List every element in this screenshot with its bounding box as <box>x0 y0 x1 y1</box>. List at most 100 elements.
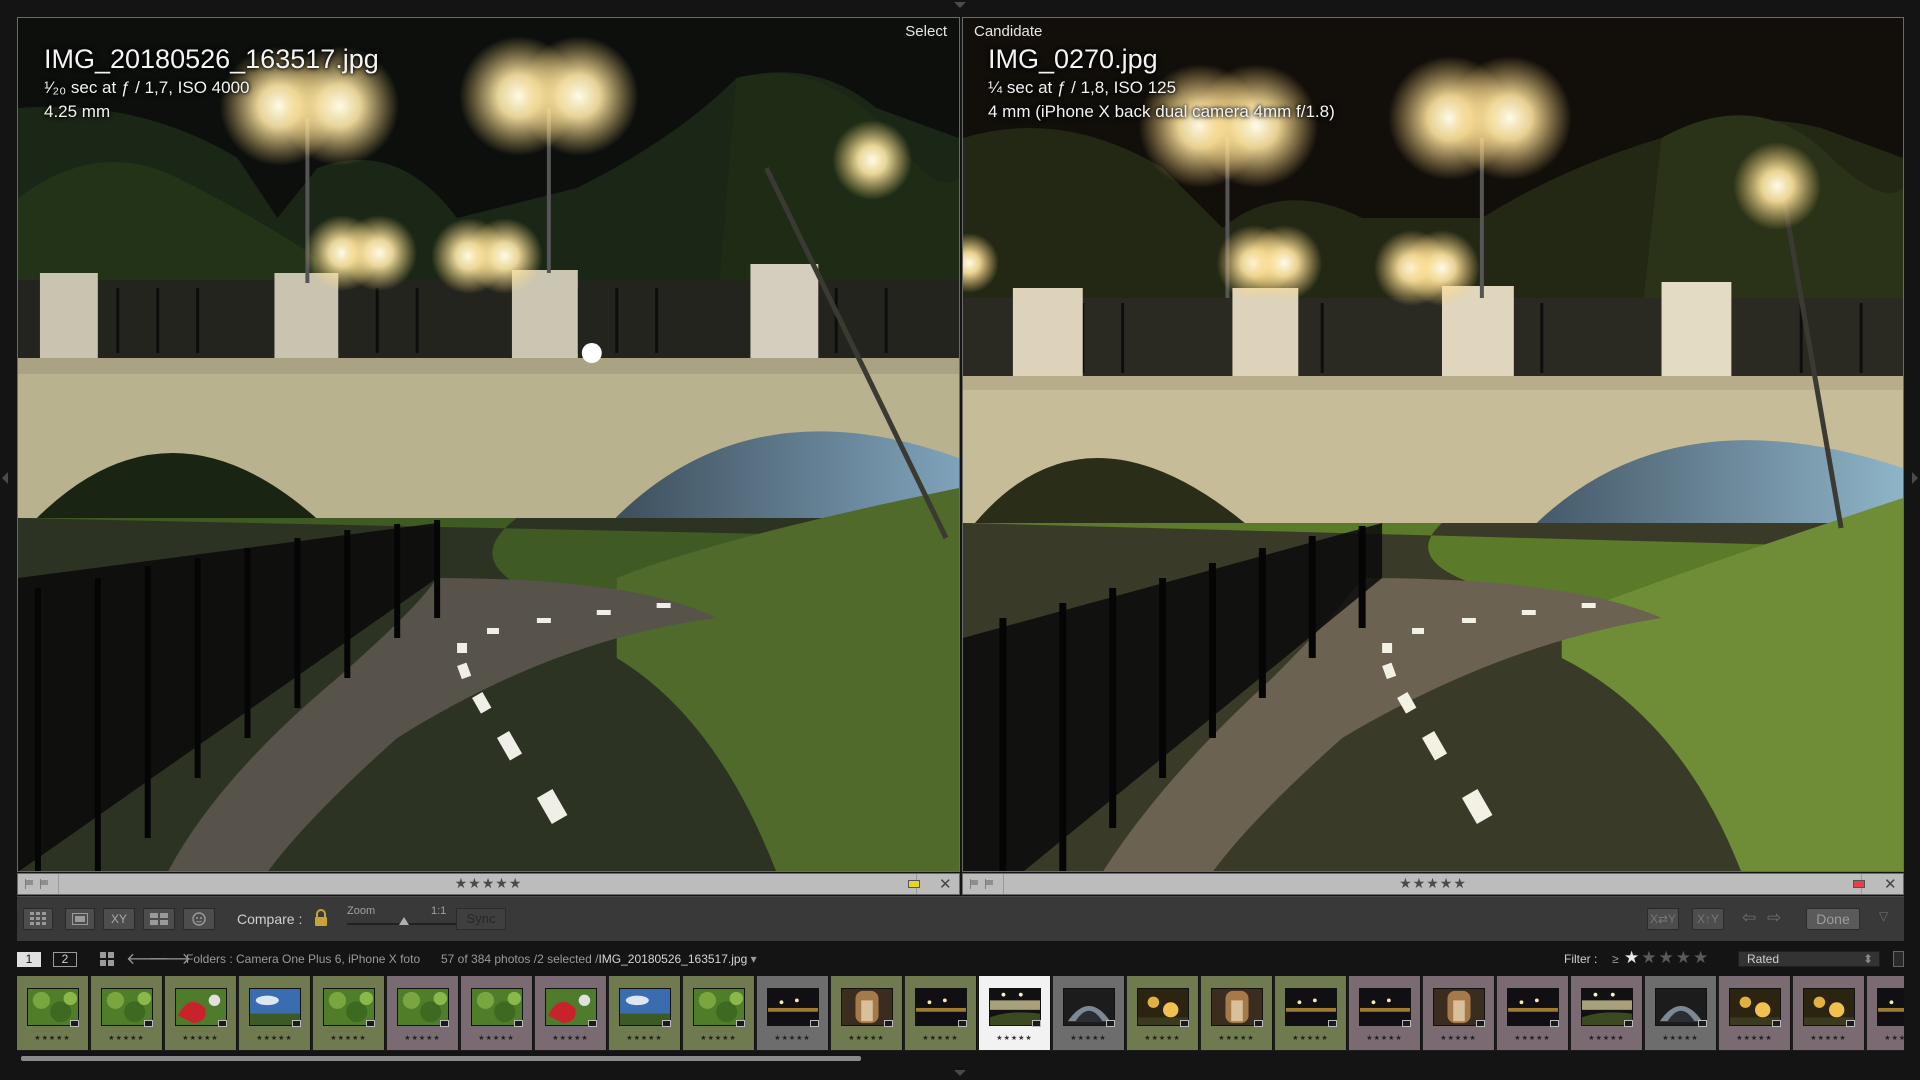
lightroom-compare-view: Select IMG_20180526_163517.jpg ¹⁄₂₀ sec … <box>0 0 1920 1080</box>
filmstrip-thumbnail[interactable]: ★★★★★ <box>17 976 89 1050</box>
filmstrip-thumbnail[interactable]: ★★★★★ <box>1645 976 1717 1050</box>
filter-rating-stars[interactable]: ★★★★★ <box>1624 948 1710 968</box>
filmstrip-thumbnail[interactable]: ★★★★★ <box>1719 976 1791 1050</box>
current-file-name: IMG_20180526_163517.jpg <box>598 952 748 966</box>
survey-view-button[interactable] <box>143 908 175 930</box>
secondary-window-button[interactable]: 2 <box>53 952 77 967</box>
photo-count[interactable]: 57 of 384 photos /2 selected /IMG_201805… <box>441 952 757 966</box>
filmstrip-thumbnail[interactable]: ★★★★★ <box>1349 976 1421 1050</box>
select-tag: Select <box>905 23 947 40</box>
zoom-slider-handle[interactable] <box>399 917 409 925</box>
filmstrip-scroll-thumb[interactable] <box>21 1056 861 1061</box>
filter-operator[interactable]: ≥ <box>1612 952 1619 966</box>
filmstrip-thumbnail[interactable]: ★★★★★ <box>1571 976 1643 1050</box>
swap-button[interactable]: X⇄Y <box>1647 908 1679 930</box>
select-pane[interactable]: Select IMG_20180526_163517.jpg ¹⁄₂₀ sec … <box>17 17 960 872</box>
compare-toolbar: XY Compare : Zoom 1:1 Sync X⇄Y X↑Y ⇦ ⇨ D… <box>17 896 1904 941</box>
filter-lock-icon[interactable] <box>1893 951 1904 967</box>
done-button[interactable]: Done <box>1806 908 1860 930</box>
filmstrip-thumbnail[interactable]: ★★★★★ <box>1793 976 1865 1050</box>
toolbar-options-chevron-icon[interactable]: ▽ <box>1879 909 1888 923</box>
folder-path[interactable]: Folders : Camera One Plus 6, iPhone X fo… <box>186 952 420 966</box>
left-panel-toggle-icon[interactable] <box>2 472 8 484</box>
filmstrip-thumbnail[interactable]: ★★★★★ <box>1867 976 1904 1050</box>
thumbnail-rating: ★★★★★ <box>848 1035 885 1042</box>
select-photo[interactable] <box>18 18 959 871</box>
filmstrip-thumbnail[interactable]: ★★★★★ <box>609 976 681 1050</box>
edited-badge-icon <box>588 1020 597 1027</box>
edited-badge-icon <box>292 1020 301 1027</box>
thumbnail-rating: ★★★★★ <box>34 1035 71 1042</box>
edited-badge-icon <box>144 1020 153 1027</box>
path-dropdown-icon[interactable]: ▾ <box>751 952 757 966</box>
candidate-rating-stars[interactable]: ★★★★★ <box>963 875 1903 892</box>
filmstrip-thumbnail[interactable]: ★★★★★ <box>387 976 459 1050</box>
select-close-icon[interactable]: ✕ <box>939 875 952 893</box>
edited-badge-icon <box>884 1020 893 1027</box>
filmstrip-thumbnail[interactable]: ★★★★★ <box>757 976 829 1050</box>
filmstrip-thumbnail[interactable]: ★★★★★ <box>831 976 903 1050</box>
primary-window-button[interactable]: 1 <box>17 952 41 967</box>
candidate-pane[interactable]: Candidate IMG_0270.jpg ¼ sec at ƒ / 1,8,… <box>962 17 1904 872</box>
thumbnail-rating: ★★★★★ <box>1070 1035 1107 1042</box>
lock-icon[interactable] <box>314 909 328 932</box>
filmstrip-thumbnail[interactable]: ★★★★★ <box>1497 976 1569 1050</box>
previous-photo-icon[interactable]: ⇦ <box>1742 908 1756 928</box>
filter-star-off[interactable]: ★★★★ <box>1641 948 1710 967</box>
filmstrip-thumbnail[interactable]: ★★★★★ <box>1201 976 1273 1050</box>
candidate-close-icon[interactable]: ✕ <box>1884 875 1897 893</box>
edited-badge-icon <box>1106 1020 1115 1027</box>
thumbnail-rating: ★★★★★ <box>182 1035 219 1042</box>
right-panel-toggle-icon[interactable] <box>1912 472 1918 484</box>
grid-mode-icon[interactable] <box>100 952 114 971</box>
edited-badge-icon <box>1402 1020 1411 1027</box>
filmstrip-thumbnail[interactable]: ★★★★★ <box>91 976 163 1050</box>
thumbnail-rating: ★★★★★ <box>404 1035 441 1042</box>
filmstrip-thumbnail[interactable]: ★★★★★ <box>979 976 1051 1050</box>
filter-preset-select[interactable]: Rated ⬍ <box>1738 951 1880 967</box>
make-select-button[interactable]: X↑Y <box>1692 908 1724 930</box>
filmstrip-thumbnail[interactable]: ★★★★★ <box>905 976 977 1050</box>
thumbnail-rating: ★★★★★ <box>478 1035 515 1042</box>
filmstrip-thumbnail[interactable]: ★★★★★ <box>313 976 385 1050</box>
grid-view-button[interactable] <box>23 908 53 930</box>
thumbnail-rating: ★★★★★ <box>1662 1035 1699 1042</box>
forward-arrow-icon[interactable]: 🡒 <box>148 948 191 969</box>
bottom-panel-toggle-icon[interactable] <box>954 1070 966 1076</box>
edited-badge-icon <box>1254 1020 1263 1027</box>
filmstrip-thumbnail[interactable]: ★★★★★ <box>1053 976 1125 1050</box>
filmstrip-thumbnail[interactable]: ★★★★★ <box>535 976 607 1050</box>
thumbnail-rating: ★★★★★ <box>1440 1035 1477 1042</box>
edited-badge-icon <box>514 1020 523 1027</box>
sync-button[interactable]: Sync <box>456 908 506 930</box>
filmstrip[interactable]: ★★★★★ ★★★★★ ★★★★★ ★★★★★ ★★★★★ ★★★★★ ★★★★★ ★★★★★… <box>17 976 1904 1051</box>
edited-badge-icon <box>218 1020 227 1027</box>
candidate-color-label[interactable] <box>1853 880 1865 888</box>
select-rating-stars[interactable]: ★★★★★ <box>18 875 959 892</box>
thumbnail-rating: ★★★★★ <box>552 1035 589 1042</box>
compare-view-button[interactable]: XY <box>103 908 135 930</box>
top-panel-toggle-icon[interactable] <box>954 2 966 8</box>
filmstrip-thumbnail[interactable]: ★★★★★ <box>239 976 311 1050</box>
filmstrip-thumbnail[interactable]: ★★★★★ <box>683 976 755 1050</box>
filmstrip-scrollbar[interactable] <box>17 1052 1904 1064</box>
filmstrip-thumbnail[interactable]: ★★★★★ <box>1127 976 1199 1050</box>
filter-star-on[interactable]: ★ <box>1624 948 1641 967</box>
people-view-button[interactable] <box>183 908 215 930</box>
filmstrip-thumbnail[interactable]: ★★★★★ <box>461 976 533 1050</box>
candidate-pane-bar: ★★★★★ ✕ <box>962 873 1904 895</box>
filmstrip-thumbnail[interactable]: ★★★★★ <box>1423 976 1495 1050</box>
select-focal-length: 4.25 mm <box>44 102 111 121</box>
filmstrip-thumbnail[interactable]: ★★★★★ <box>1275 976 1347 1050</box>
candidate-exposure: ¼ sec at ƒ / 1,8, ISO 125 <box>988 78 1177 97</box>
select-color-label[interactable] <box>908 880 920 888</box>
thumbnail-rating: ★★★★★ <box>1366 1035 1403 1042</box>
filmstrip-thumbnail[interactable]: ★★★★★ <box>165 976 237 1050</box>
loupe-view-button[interactable] <box>65 908 95 930</box>
next-photo-icon[interactable]: ⇨ <box>1767 908 1781 928</box>
candidate-photo[interactable] <box>963 18 1903 871</box>
edited-badge-icon <box>1772 1020 1781 1027</box>
thumbnail-rating: ★★★★★ <box>922 1035 959 1042</box>
filmstrip-header: 1 2 🡐 🡒 Folders : Camera One Plus 6, iPh… <box>0 944 1920 974</box>
candidate-info-overlay: IMG_0270.jpg ¼ sec at ƒ / 1,8, ISO 125 4… <box>988 42 1335 124</box>
